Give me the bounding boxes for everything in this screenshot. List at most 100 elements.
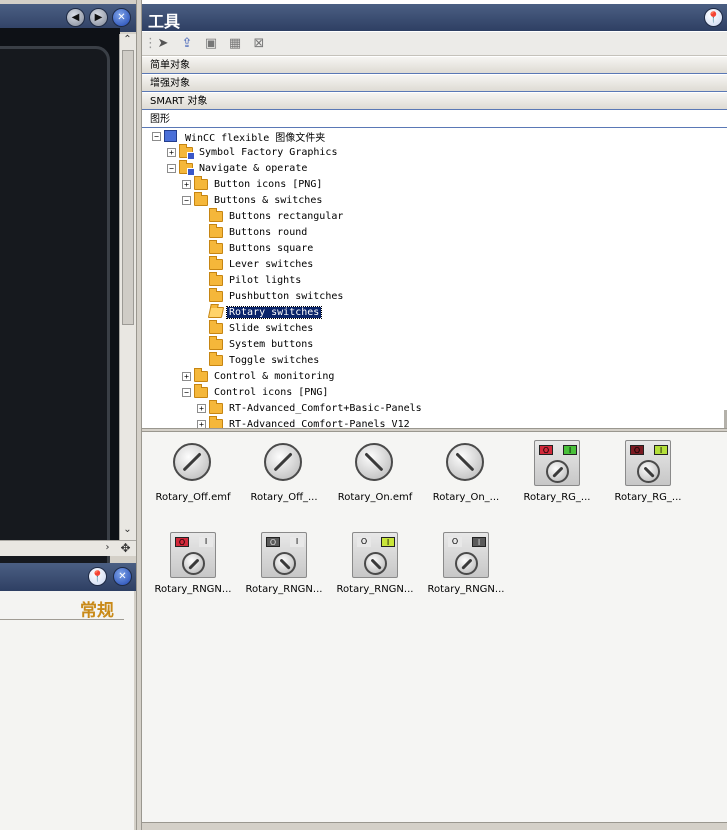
rotary-switch-thumbnail: OI [534, 440, 580, 486]
tree-item[interactable]: + RT-Advanced_Comfort-Panels_V12 [197, 415, 412, 429]
tree-item[interactable]: + Symbol Factory Graphics [167, 143, 339, 160]
rotary-knob-icon [264, 443, 302, 481]
tab-general[interactable]: 常规 [80, 596, 114, 621]
tree-item[interactable]: Slide switches [197, 319, 315, 336]
folder-icon [194, 175, 208, 190]
collapse-icon[interactable]: − [182, 195, 191, 205]
expand-icon[interactable]: + [197, 403, 206, 413]
tree-item[interactable]: + Button icons [PNG] [182, 175, 324, 192]
tree-item[interactable]: − Navigate & operate [167, 159, 309, 176]
scroll-right-icon[interactable]: › [100, 542, 115, 553]
rotary-knob-icon [455, 552, 478, 575]
gallery-item[interactable]: Rotary_On_... [421, 436, 511, 516]
folder-icon [209, 351, 223, 366]
rotary-switch-thumbnail: OI [261, 532, 307, 578]
left-horizontal-scrollbar[interactable]: › ✥ [0, 540, 136, 556]
folder-link-icon[interactable]: ▣ [202, 35, 220, 53]
tree-item[interactable]: + Control & monitoring [182, 367, 336, 384]
gallery-item[interactable]: Rotary_On.emf [330, 436, 420, 516]
tree-item-label: Lever switches [229, 258, 314, 270]
expand-icon[interactable]: + [167, 147, 176, 157]
expand-icon[interactable]: + [182, 371, 191, 381]
tree-item-label: Toggle switches [229, 354, 320, 366]
category-enhanced-objects[interactable]: 增强对象 [142, 74, 727, 92]
gallery-item[interactable]: O I Rotary_RNGN... [239, 528, 329, 608]
tree-item[interactable]: − WinCC flexible 图像文件夹 [152, 128, 327, 144]
folder-icon [209, 223, 223, 238]
folder-x-icon[interactable]: ⊠ [250, 35, 268, 53]
tree-item-label: Buttons round [229, 226, 308, 238]
rotary-knob-icon [546, 460, 569, 483]
gallery-item[interactable]: Rotary_Off.emf [148, 436, 238, 516]
toolbar-grip: ⋮ [144, 36, 157, 51]
left-vertical-scrollbar[interactable]: ⌃ ⌄ [119, 34, 136, 540]
tab-underline [0, 619, 124, 620]
collapse-icon[interactable]: − [152, 131, 161, 141]
on-label: I [199, 537, 213, 547]
close-button[interactable]: ✕ [112, 8, 131, 27]
knob-indicator [273, 452, 293, 472]
on-label: I [381, 537, 395, 547]
folder-open-icon [207, 306, 225, 318]
back-button[interactable]: ◀ [66, 8, 85, 27]
tree-item[interactable]: Toggle switches [197, 351, 321, 368]
tree-item[interactable]: − Control icons [PNG] [182, 383, 330, 400]
tree-item-label: Button icons [PNG] [214, 178, 323, 190]
tree-item[interactable]: Lever switches [197, 255, 315, 272]
off-label: O [175, 537, 189, 547]
tree-item[interactable]: Buttons square [197, 239, 315, 256]
gallery-item[interactable]: Rotary_Off_... [239, 436, 329, 516]
knob-indicator [455, 452, 475, 472]
tree-item[interactable]: Rotary switches [197, 304, 323, 320]
tree-item-label: Pilot lights [229, 274, 302, 286]
category-simple-objects[interactable]: 简单对象 [142, 56, 727, 74]
knob-indicator [182, 452, 202, 472]
scroll-thumb[interactable] [122, 50, 134, 325]
folder-icon [194, 191, 208, 206]
upload-icon[interactable]: ⇪ [178, 35, 196, 53]
tree-item-label: Buttons square [229, 242, 314, 254]
pin-button[interactable]: 📍 [704, 8, 723, 27]
pin-button[interactable]: 📍 [88, 567, 107, 586]
tree-item[interactable]: Pushbutton switches [197, 287, 345, 304]
category-smart-objects[interactable]: SMART 对象 [142, 92, 727, 110]
collapse-icon[interactable]: − [167, 163, 176, 173]
scroll-up-icon[interactable]: ⌃ [120, 34, 135, 45]
tree-item[interactable]: System buttons [197, 335, 315, 352]
gallery-item-name: Rotary_On.emf [337, 492, 413, 503]
close-properties-button[interactable]: ✕ [113, 567, 132, 586]
screen-preview-area[interactable] [0, 28, 120, 576]
off-label: O [448, 537, 462, 547]
knob-indicator [369, 557, 382, 570]
properties-body: 常规 [0, 591, 134, 830]
computer-icon [164, 130, 177, 142]
tree-item[interactable]: Pilot lights [197, 271, 303, 288]
tools-toolbar: ⋮ ➤ ⇪ ▣ ▦ ⊠ [142, 32, 727, 56]
move-icon[interactable]: ✥ [118, 541, 133, 555]
tree-item[interactable]: Buttons round [197, 223, 309, 240]
gallery-item[interactable]: O I Rotary_RG_... [512, 436, 602, 516]
tree-item-label: Buttons rectangular [229, 210, 344, 222]
folder-grid-icon[interactable]: ▦ [226, 35, 244, 53]
gallery-item[interactable]: O I Rotary_RNGN... [421, 528, 511, 608]
expand-icon[interactable]: + [182, 179, 191, 189]
gallery-item[interactable]: O I Rotary_RNGN... [330, 528, 420, 608]
folder-icon [209, 287, 223, 302]
tree-item[interactable]: Buttons rectangular [197, 207, 345, 224]
rotary-knob-icon [637, 460, 660, 483]
tree-item[interactable]: − Buttons & switches [182, 191, 324, 208]
forward-button[interactable]: ▶ [89, 8, 108, 27]
folder-icon [194, 367, 208, 382]
collapse-icon[interactable]: − [182, 387, 191, 397]
expand-icon[interactable]: + [197, 419, 206, 428]
graphics-gallery: Rotary_Off.emf Rotary_Off_... Rotary_On.em… [142, 432, 727, 822]
category-graphics[interactable]: 图形 [142, 110, 727, 128]
scroll-down-icon[interactable]: ⌄ [120, 524, 135, 535]
gallery-item[interactable]: O I Rotary_RG_... [603, 436, 693, 516]
gallery-item[interactable]: O I Rotary_RNGN... [148, 528, 238, 608]
tree-item-label: RT-Advanced_Comfort+Basic-Panels [229, 402, 422, 414]
tree-item-label: RT-Advanced_Comfort-Panels_V12 [229, 418, 410, 429]
pointer-icon[interactable]: ➤ [154, 35, 172, 53]
rotary-knob-icon [173, 443, 211, 481]
tree-item[interactable]: + RT-Advanced_Comfort+Basic-Panels [197, 399, 424, 416]
